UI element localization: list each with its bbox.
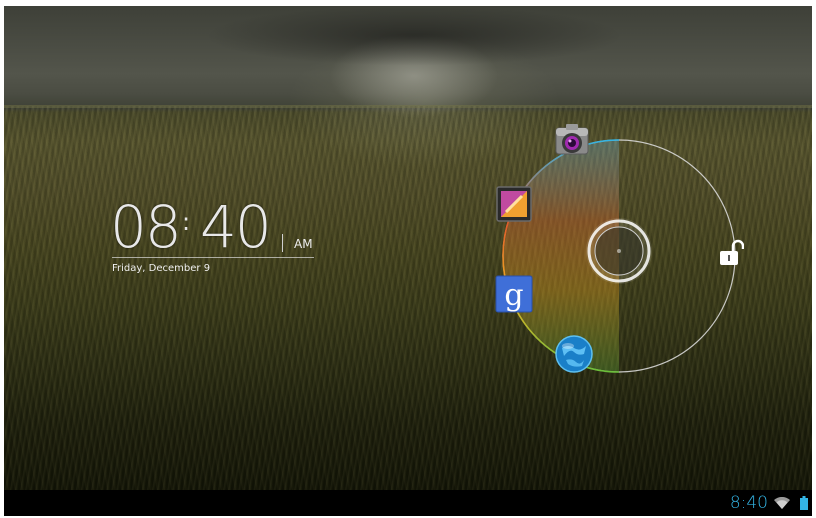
clock-ampm: AM xyxy=(294,237,313,251)
wifi-icon xyxy=(774,497,790,509)
system-status-bar: 8:40 xyxy=(4,490,812,516)
camera-icon[interactable] xyxy=(552,120,592,160)
lock-screen-clock: 08 : 40 AM Friday, December 9 xyxy=(108,196,318,286)
clock-minutes: 40 xyxy=(200,193,272,261)
gallery-icon[interactable] xyxy=(494,184,534,224)
clock-colon: : xyxy=(182,208,191,236)
wallpaper-cloud xyxy=(204,6,624,66)
clock-ampm-divider xyxy=(282,234,283,252)
wallpaper-horizon xyxy=(4,105,812,108)
google-g-glyph: g xyxy=(504,278,523,313)
status-bar-time: 8:40 xyxy=(729,493,768,513)
ring-handle-icon[interactable] xyxy=(584,216,654,286)
google-g-icon[interactable]: g xyxy=(494,274,534,314)
tablet-lock-screen: 08 : 40 AM Friday, December 9 g 8:40 xyxy=(4,6,812,516)
battery-icon xyxy=(800,496,808,510)
unlock-padlock-icon[interactable] xyxy=(718,238,744,268)
clock-hours: 08 xyxy=(110,193,182,261)
clock-underline xyxy=(112,257,314,258)
globe-icon[interactable] xyxy=(554,334,594,374)
clock-date: Friday, December 9 xyxy=(112,263,211,274)
